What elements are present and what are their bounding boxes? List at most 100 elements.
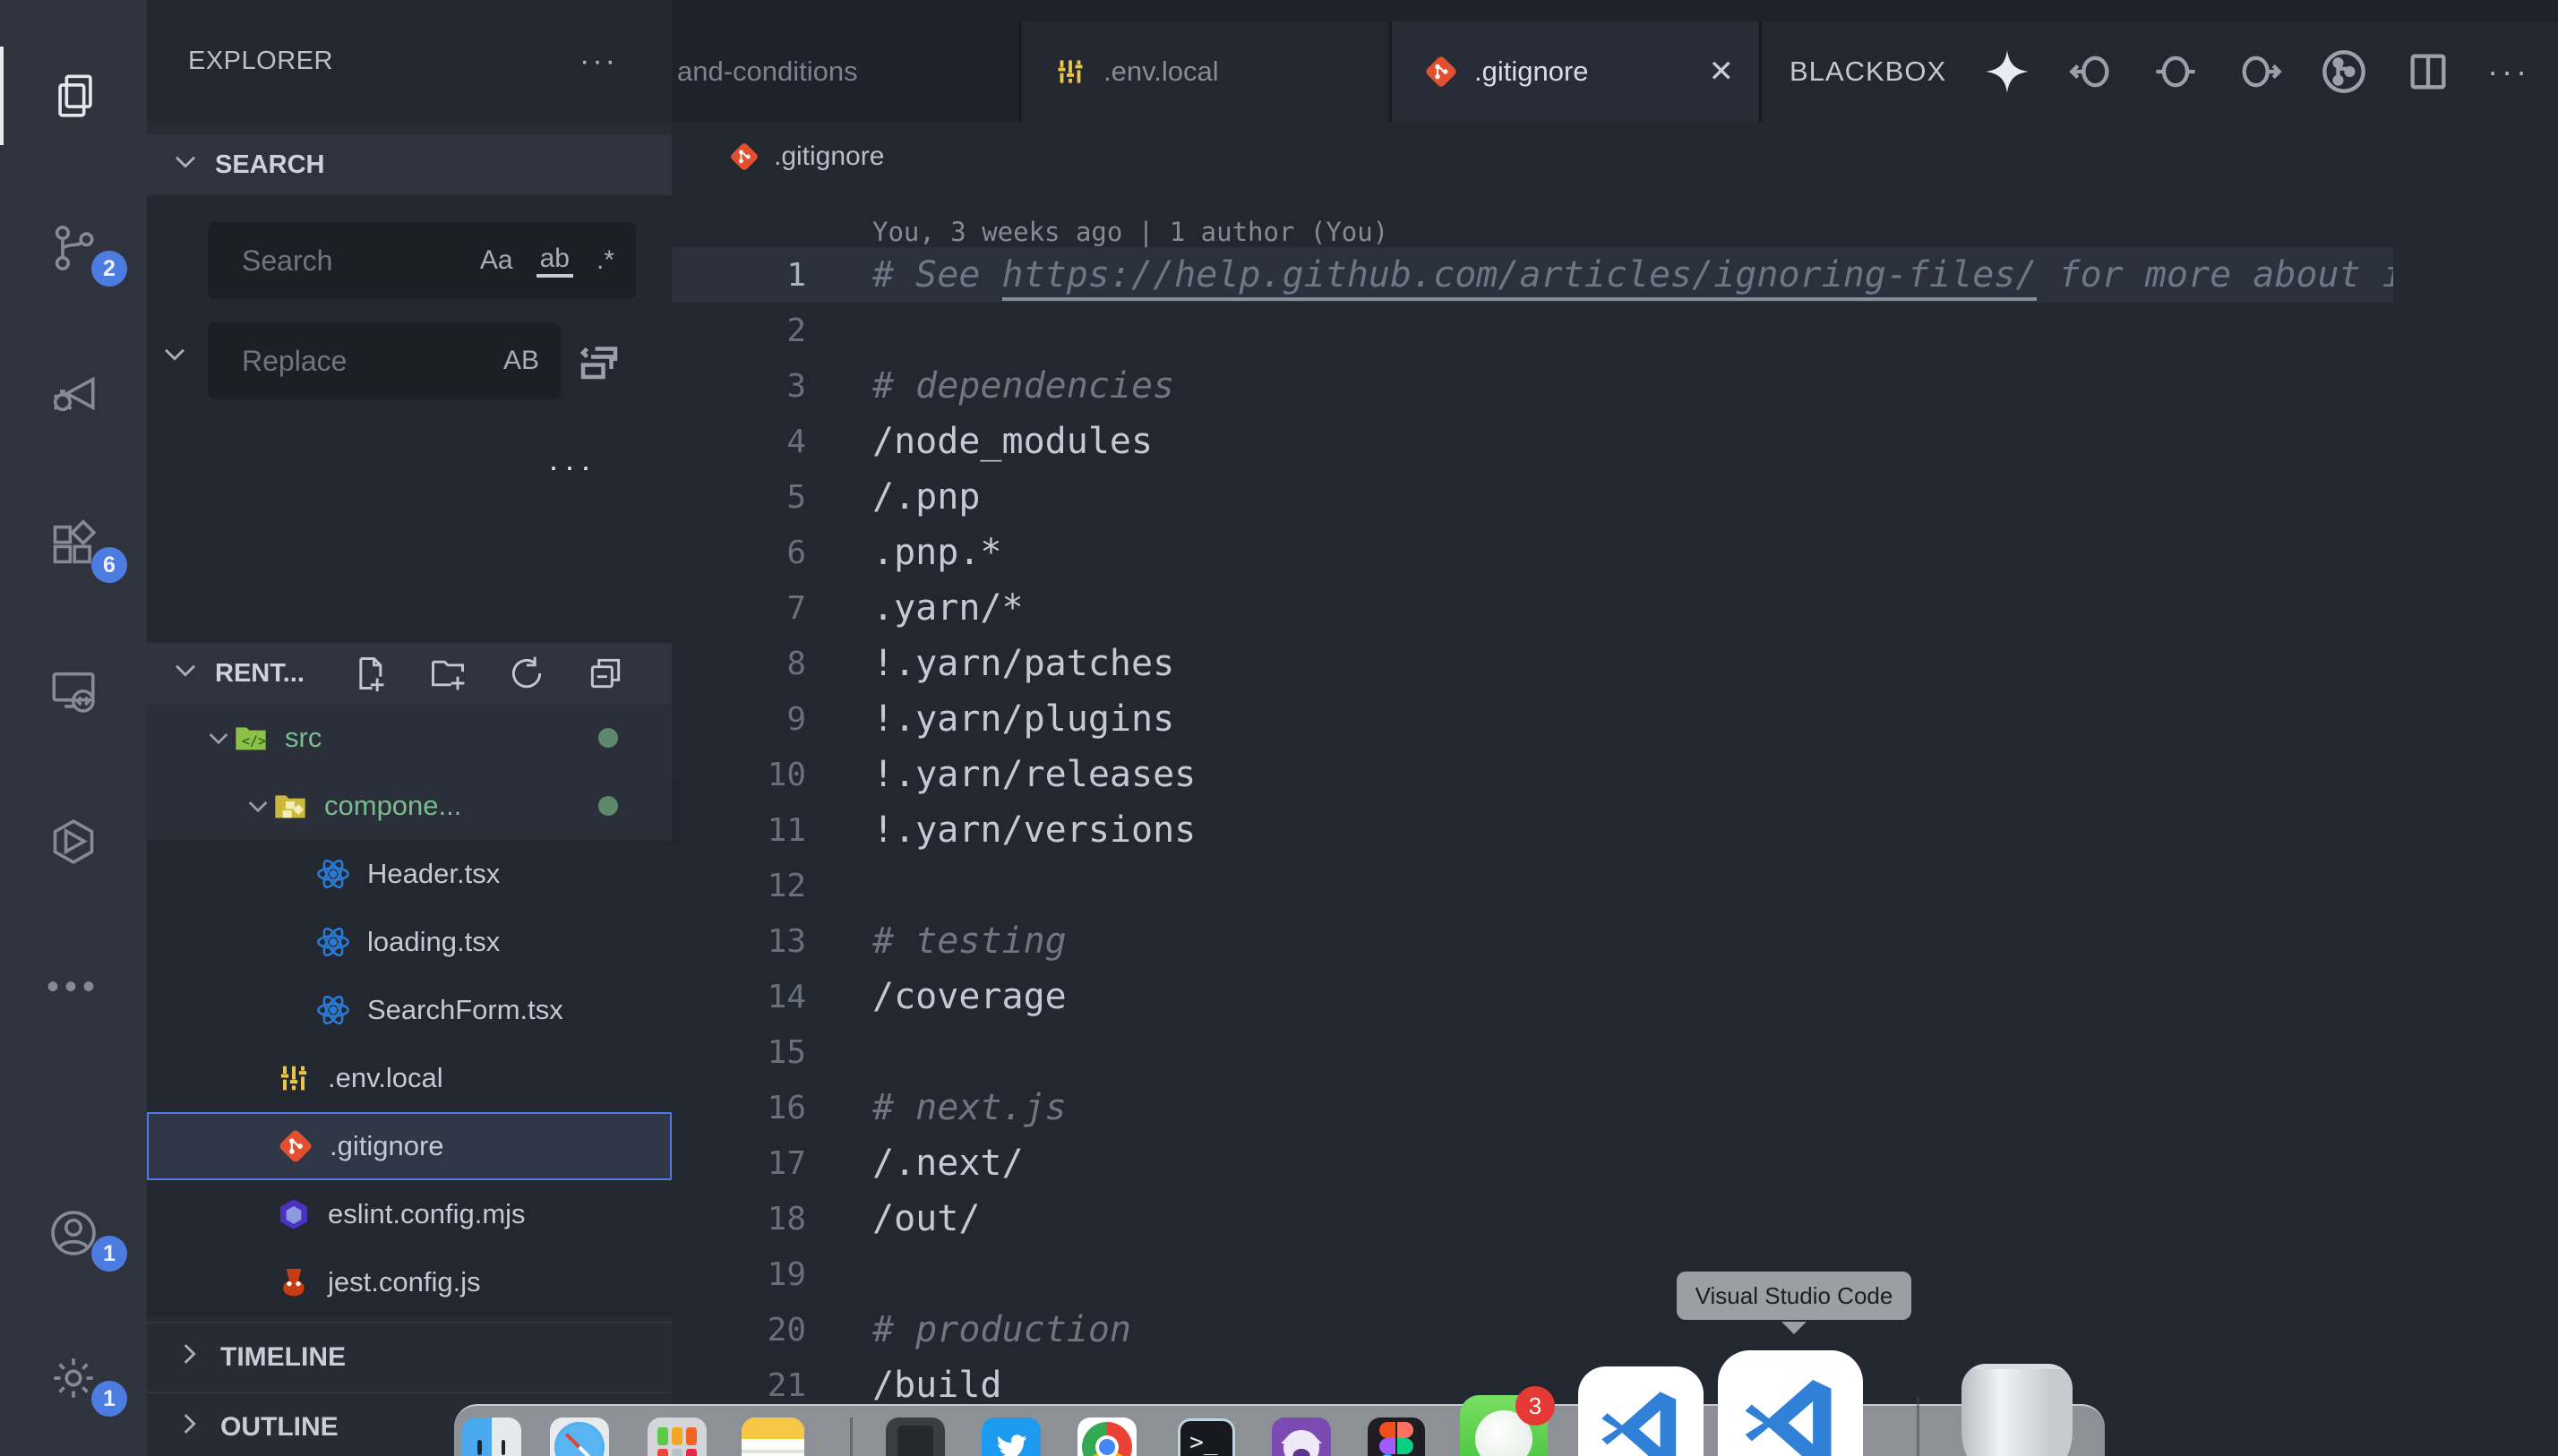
- line-text: # production: [872, 1309, 1131, 1350]
- code-line-11[interactable]: 11!.yarn/versions: [672, 802, 2393, 858]
- code-line-4[interactable]: 4/node_modules: [672, 414, 2393, 469]
- line-text: # dependencies: [872, 365, 1174, 407]
- whole-word-icon[interactable]: ab: [536, 244, 573, 278]
- git-modified-dot: [598, 728, 618, 748]
- match-case-icon[interactable]: Aa: [480, 245, 513, 276]
- tab-gitignore-active[interactable]: .gitignore ✕: [1390, 21, 1761, 122]
- activity-item-source-control[interactable]: 2: [0, 199, 147, 297]
- tab-label: .gitignore: [1474, 56, 1589, 88]
- code-area[interactable]: You, 3 weeks ago | 1 author (You) 1# See…: [672, 192, 2393, 1456]
- code-line-13[interactable]: 13# testing: [672, 913, 2393, 969]
- tree-item-searchform-tsx[interactable]: SearchForm.tsx: [147, 976, 672, 1044]
- tree-item-eslint-config-mjs[interactable]: eslint.config.mjs: [147, 1180, 672, 1248]
- sparkle-icon[interactable]: [1984, 48, 2030, 95]
- line-number: 5: [672, 479, 806, 516]
- badge: 1: [91, 1236, 127, 1272]
- search-more-icon[interactable]: ···: [548, 448, 597, 485]
- collapse-all-icon[interactable]: [586, 654, 625, 693]
- dock-app-figma[interactable]: [1368, 1417, 1425, 1456]
- toggle-replace-icon[interactable]: [159, 338, 190, 373]
- code-line-8[interactable]: 8!.yarn/patches: [672, 636, 2393, 691]
- activity-item-settings[interactable]: 1: [0, 1329, 147, 1427]
- code-line-16[interactable]: 16# next.js: [672, 1080, 2393, 1135]
- search-section-header[interactable]: SEARCH: [147, 134, 672, 195]
- code-line-2[interactable]: 2: [672, 303, 2393, 358]
- nav-forward-icon[interactable]: [2236, 48, 2283, 95]
- activity-item-extensions[interactable]: 6: [0, 495, 147, 594]
- dock-app-safari[interactable]: [550, 1417, 609, 1456]
- tree-item-compone-[interactable]: compone...: [147, 772, 672, 840]
- activity-item-more[interactable]: •••: [0, 938, 147, 1036]
- more-actions-icon[interactable]: ···: [2487, 53, 2530, 90]
- explorer-header: EXPLORER ···: [147, 0, 672, 122]
- dock-app-vscode[interactable]: [1578, 1366, 1704, 1456]
- code-line-15[interactable]: 15: [672, 1024, 2393, 1080]
- link-text[interactable]: https://help.github.com/articles/ignorin…: [1002, 254, 2038, 301]
- explorer-more-icon[interactable]: ···: [579, 44, 618, 79]
- activity-item-explorer[interactable]: [0, 47, 147, 145]
- new-folder-icon[interactable]: [428, 654, 468, 693]
- line-text: # testing: [872, 921, 1067, 962]
- activity-item-blackbox[interactable]: [0, 792, 147, 891]
- close-icon[interactable]: ✕: [1709, 54, 1735, 90]
- git-graph-icon[interactable]: [2321, 48, 2367, 95]
- code-line-9[interactable]: 9!.yarn/plugins: [672, 691, 2393, 747]
- split-editor-icon[interactable]: [2405, 48, 2451, 95]
- replace-input[interactable]: Replace AB: [208, 322, 561, 399]
- regex-icon[interactable]: .*: [597, 245, 614, 276]
- timeline-section-header[interactable]: TIMELINE: [147, 1322, 672, 1392]
- dock-app-terminal[interactable]: >_: [1178, 1418, 1235, 1456]
- line-number: 20: [672, 1312, 806, 1349]
- nav-current-icon[interactable]: [2152, 48, 2199, 95]
- dock-app-calculator[interactable]: [886, 1417, 945, 1456]
- code-line-19[interactable]: 19: [672, 1246, 2393, 1302]
- nav-back-icon[interactable]: [2068, 48, 2115, 95]
- activity-item-run-debug[interactable]: [0, 342, 147, 441]
- activity-item-account[interactable]: 1: [0, 1184, 147, 1282]
- code-line-3[interactable]: 3# dependencies: [672, 358, 2393, 414]
- tree-item-src[interactable]: </>src: [147, 704, 672, 772]
- activity-item-remote-explorer[interactable]: [0, 642, 147, 741]
- line-text: /.next/: [872, 1143, 1024, 1184]
- code-line-7[interactable]: 7.yarn/*: [672, 580, 2393, 636]
- dock-app-notes[interactable]: [742, 1417, 804, 1456]
- line-number: 6: [672, 535, 806, 571]
- git-icon: [1424, 55, 1458, 89]
- refresh-icon[interactable]: [507, 654, 546, 693]
- code-line-12[interactable]: 12: [672, 858, 2393, 913]
- tab-and-conditions[interactable]: and-conditions: [672, 21, 1017, 122]
- dock-app-launchpad[interactable]: [648, 1417, 707, 1456]
- tab-env-local[interactable]: .env.local: [1019, 21, 1388, 122]
- files-section-header[interactable]: RENT...: [147, 643, 672, 704]
- tree-item-header-tsx[interactable]: Header.tsx: [147, 840, 672, 908]
- tree-item--gitignore[interactable]: .gitignore: [147, 1112, 672, 1180]
- dock-app-vscode[interactable]: [1718, 1350, 1863, 1456]
- search-input[interactable]: Search Aa ab .*: [208, 222, 636, 299]
- code-line-18[interactable]: 18/out/: [672, 1191, 2393, 1246]
- line-text: /coverage: [872, 976, 1067, 1017]
- dock-tooltip-label: Visual Studio Code: [1695, 1282, 1893, 1310]
- code-line-5[interactable]: 5/.pnp: [672, 469, 2393, 525]
- replace-all-icon[interactable]: [575, 337, 623, 390]
- code-line-1[interactable]: 1# See https://help.github.com/articles/…: [672, 247, 2393, 303]
- code-line-17[interactable]: 17/.next/: [672, 1135, 2393, 1191]
- preserve-case-icon[interactable]: AB: [503, 346, 539, 376]
- breadcrumb[interactable]: .gitignore: [672, 122, 2558, 192]
- dock-app-chrome[interactable]: [1077, 1417, 1137, 1456]
- eslint-icon: [276, 1196, 312, 1232]
- dock-app-trash[interactable]: [1961, 1364, 2073, 1456]
- code-line-14[interactable]: 14/coverage: [672, 969, 2393, 1024]
- blackbox-label[interactable]: BLACKBOX: [1790, 56, 1946, 88]
- tree-item-label: Header.tsx: [367, 858, 500, 890]
- dock-app-github-desktop[interactable]: [1272, 1417, 1331, 1456]
- dock-tooltip: Visual Studio Code: [1677, 1272, 1911, 1320]
- tree-item-jest-config-js[interactable]: jest.config.js: [147, 1248, 672, 1316]
- code-line-10[interactable]: 10!.yarn/releases: [672, 747, 2393, 802]
- tree-item--env-local[interactable]: .env.local: [147, 1044, 672, 1112]
- code-line-6[interactable]: 6.pnp.*: [672, 525, 2393, 580]
- code-line-20[interactable]: 20 # production: [672, 1302, 2393, 1358]
- new-file-icon[interactable]: [349, 654, 389, 693]
- tree-item-loading-tsx[interactable]: loading.tsx: [147, 908, 672, 976]
- dock-app-finder[interactable]: [462, 1417, 521, 1456]
- dock-app-twitter[interactable]: [982, 1417, 1041, 1456]
